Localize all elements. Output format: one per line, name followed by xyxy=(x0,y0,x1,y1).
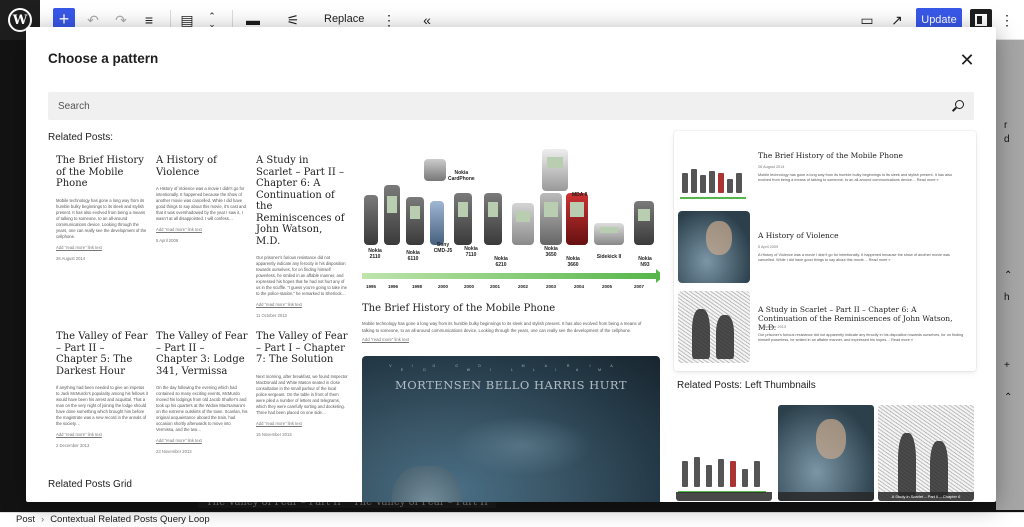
pattern-related-posts-large[interactable]: Nokia CardPhone MDA II Nokia 2110 Nokia 611… xyxy=(362,131,660,502)
modal-title: Choose a pattern xyxy=(48,51,159,66)
options-menu-icon[interactable]: ⋮ xyxy=(1000,8,1014,32)
model-label: Nokia 6210 xyxy=(494,256,508,268)
model-label: Nokia 7110 xyxy=(464,246,478,258)
post-thumbnail xyxy=(678,291,750,363)
read-more-link: Add “read more” link text xyxy=(362,337,410,342)
model-label: Nokia N93 xyxy=(638,256,652,268)
grid-post: The Brief History of the Mobile Phone Mo… xyxy=(56,155,147,261)
grid-post: The Valley of Fear – Part II – Chapter 3… xyxy=(156,331,248,454)
grid-post: A History of Violence A History of Viole… xyxy=(156,155,247,243)
list-post-title: A Study in Scarlet – Part II – Chapter 6… xyxy=(758,305,953,332)
model-label: Nokia 6110 xyxy=(406,250,420,262)
post-thumbnail xyxy=(678,211,750,283)
list-item: A History of Violence 5 April 2009 A His… xyxy=(678,211,968,285)
search-input[interactable] xyxy=(48,92,974,120)
featured-post-title: The Brief History of the Mobile Phone xyxy=(362,303,556,314)
pattern-label: Related Posts Grid xyxy=(48,479,132,490)
pattern-related-posts-grid[interactable]: The Brief History of the Mobile Phone Mo… xyxy=(48,131,348,471)
list-post-title: The Brief History of the Mobile Phone xyxy=(758,151,903,160)
block-breadcrumb: Post › Contextual Related Posts Query Loop xyxy=(0,512,1024,527)
list-item: The Brief History of the Mobile Phone 26… xyxy=(678,135,968,209)
grid-post: The Valley of Fear – Part II – Chapter 5… xyxy=(56,331,148,448)
model-label: MDA II xyxy=(572,192,588,198)
mobile-phone-timeline-image: Nokia CardPhone MDA II Nokia 2110 Nokia 611… xyxy=(362,131,660,293)
model-label: Sidekick II xyxy=(596,254,622,260)
sidebar-icon xyxy=(975,14,987,26)
pattern-search xyxy=(48,92,974,120)
grid-post: The Valley of Fear – Part I – Chapter 7:… xyxy=(256,331,348,437)
featured-post-excerpt: Mobile technology has gone a long way fr… xyxy=(362,321,642,333)
replace-button[interactable]: Replace xyxy=(324,13,364,25)
breadcrumb-item-query-loop[interactable]: Contextual Related Posts Query Loop xyxy=(50,514,209,525)
model-label: Nokia CardPhone xyxy=(448,170,475,182)
pattern-list[interactable]: Related Posts: The Brief History of the … xyxy=(26,127,996,502)
list-item: A Study in Scarlet – Part II – Chapter 6… xyxy=(678,291,968,365)
pattern-related-posts-left-thumbnails[interactable]: A Study in Scarlet – Part II – Chapter 6 xyxy=(674,399,976,502)
post-thumbnail xyxy=(678,135,750,207)
close-button[interactable]: ✕ xyxy=(956,49,978,71)
post-thumbnail xyxy=(778,405,874,501)
search-icon xyxy=(951,100,964,111)
movie-poster-image: VIGGO MARIA ED WILLIAM MORTENSEN BELLO H… xyxy=(362,356,660,502)
post-thumbnail xyxy=(676,405,772,501)
timeline-arrow xyxy=(362,269,660,283)
list-post-title: A History of Violence xyxy=(758,231,839,240)
breadcrumb-item-post[interactable]: Post xyxy=(16,514,35,525)
post-thumbnail: A Study in Scarlet – Part II – Chapter 6 xyxy=(878,405,974,501)
grid-post: A Study in Scarlet – Part II – Chapter 6… xyxy=(256,155,347,318)
model-label: Nokia 3660 xyxy=(566,256,580,268)
model-label: Nokia 2110 xyxy=(368,248,382,260)
close-icon: ✕ xyxy=(959,49,975,70)
model-label: Nokia 3650 xyxy=(544,246,558,258)
pattern-label: Related Posts: Left Thumbnails xyxy=(677,380,816,391)
model-label: Sony CMD-J5 xyxy=(433,242,453,254)
pattern-related-posts-list[interactable]: The Brief History of the Mobile Phone 26… xyxy=(674,131,976,371)
choose-pattern-modal: Choose a pattern ✕ Related Posts: The Br… xyxy=(26,27,996,502)
